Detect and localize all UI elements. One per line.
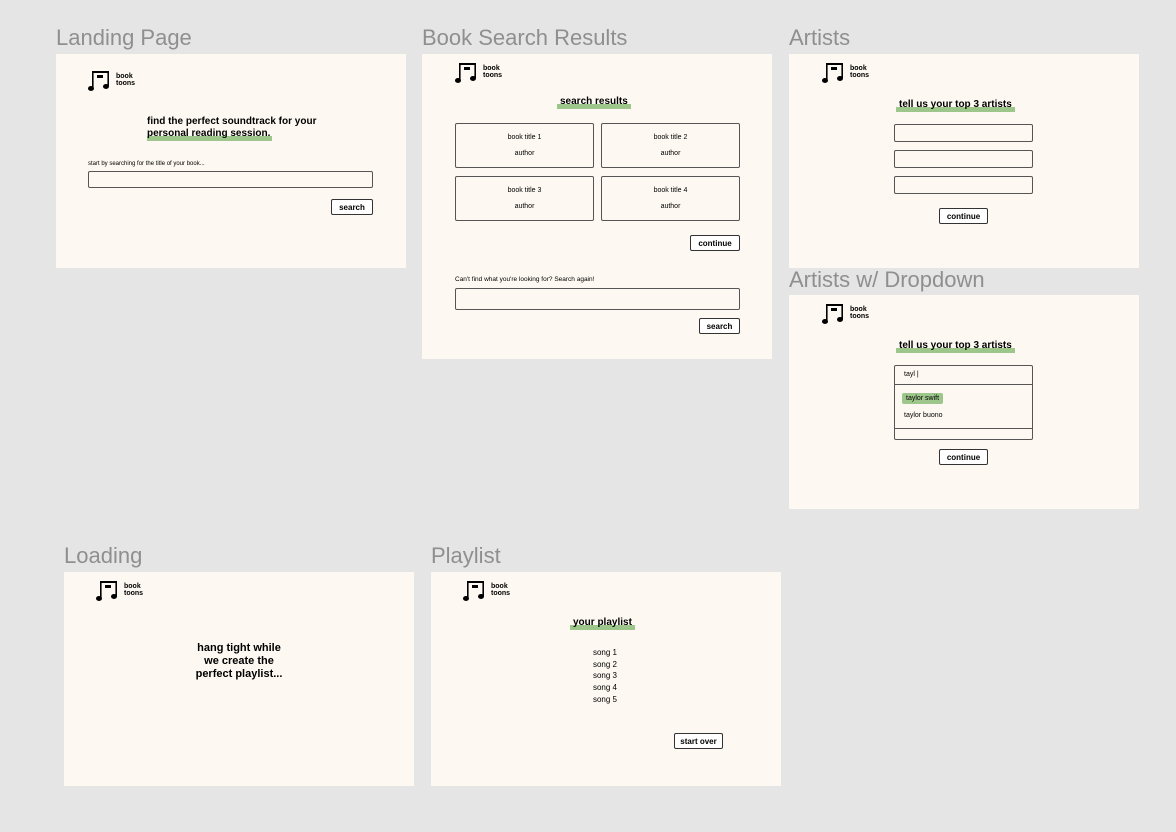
search-again-input[interactable] <box>455 288 740 310</box>
logo-text: book toons <box>116 73 136 87</box>
dropdown-option-taylor-buono[interactable]: taylor buono <box>904 412 943 419</box>
continue-button[interactable]: continue <box>939 208 988 224</box>
search-button[interactable]: search <box>699 318 740 334</box>
landing-heading-line2: personal reading session. <box>147 128 273 141</box>
music-notes-icon <box>463 581 484 601</box>
search-results-frame: book toons search results book title 1 au… <box>422 54 772 359</box>
song-item: song 1 <box>592 648 618 657</box>
results-heading: search results <box>557 96 631 109</box>
logo-text: book toons <box>124 583 144 597</box>
artists-frame: book toons tell us your top 3 artists con… <box>789 54 1139 268</box>
loading-frame: book toons hang tight while we create the… <box>64 572 414 786</box>
playlist-heading: your playlist <box>570 617 635 630</box>
music-notes-icon <box>822 304 843 324</box>
continue-button[interactable]: continue <box>939 449 988 465</box>
frame-label-landing: Landing Page <box>56 25 192 50</box>
search-prompt: start by searching for the title of your… <box>88 161 205 167</box>
music-notes-icon <box>455 63 476 83</box>
music-notes-icon <box>88 71 109 91</box>
book-card-2[interactable]: book title 2 author <box>601 123 740 168</box>
artists-heading: tell us your top 3 artists <box>896 99 1015 112</box>
logo: book toons <box>463 580 510 602</box>
frame-label-loading: Loading <box>64 543 143 568</box>
landing-page-frame: book toons find the perfect soundtrack fo… <box>56 54 406 268</box>
music-notes-icon <box>822 63 843 83</box>
book-title: book title 1 <box>507 134 542 141</box>
logo: book toons <box>822 62 869 84</box>
artist-input-3[interactable] <box>894 176 1033 194</box>
artist-autocomplete: tayl | taylor swift taylor buono <box>894 365 1033 440</box>
artist-input-2[interactable] <box>894 150 1033 168</box>
playlist-frame: book toons your playlist song 1 song 2 so… <box>431 572 781 786</box>
song-item: song 4 <box>592 683 618 693</box>
logo-text: book toons <box>483 65 503 79</box>
song-item: song 2 <box>592 659 618 669</box>
logo-text: book toons <box>491 583 511 597</box>
logo: book toons <box>455 62 502 84</box>
book-author: author <box>660 203 681 210</box>
loading-message: hang tight while we create the perfect p… <box>195 642 283 680</box>
artist-input-value[interactable]: tayl | <box>904 371 919 378</box>
frame-label-artists-dropdown: Artists w/ Dropdown <box>789 267 985 292</box>
book-author: author <box>660 150 681 157</box>
search-again-prompt: Can't find what you're looking for? Sear… <box>455 276 595 283</box>
book-author: author <box>514 150 535 157</box>
book-card-3[interactable]: book title 3 author <box>455 176 594 221</box>
logo-text: book toons <box>850 306 870 320</box>
book-card-1[interactable]: book title 1 author <box>455 123 594 168</box>
input-divider <box>895 384 1032 385</box>
artist-input-1[interactable] <box>894 124 1033 142</box>
logo-text: book toons <box>850 65 870 79</box>
artists-dropdown-frame: book toons tell us your top 3 artists tay… <box>789 295 1139 509</box>
music-notes-icon <box>96 581 117 601</box>
book-author: author <box>514 203 535 210</box>
frame-label-playlist: Playlist <box>431 543 501 568</box>
dropdown-divider <box>895 428 1032 429</box>
frame-label-artists: Artists <box>789 25 851 50</box>
frame-label-results: Book Search Results <box>422 25 628 50</box>
continue-button[interactable]: continue <box>690 235 740 251</box>
logo: book toons <box>88 70 135 92</box>
start-over-button[interactable]: start over <box>674 733 723 749</box>
song-item: song 5 <box>592 694 618 704</box>
search-button[interactable]: search <box>331 199 373 215</box>
book-search-input[interactable] <box>88 171 373 188</box>
book-title: book title 2 <box>653 134 688 141</box>
book-card-4[interactable]: book title 4 author <box>601 176 740 221</box>
book-title: book title 4 <box>653 187 688 194</box>
logo: book toons <box>96 580 143 602</box>
landing-heading-line1: find the perfect soundtrack for your <box>147 116 317 127</box>
song-item: song 3 <box>592 671 618 681</box>
dropdown-option-taylor-swift[interactable]: taylor swift <box>902 393 944 404</box>
book-title: book title 3 <box>507 187 542 194</box>
artists-dropdown-heading: tell us your top 3 artists <box>896 340 1015 353</box>
logo: book toons <box>822 303 869 325</box>
